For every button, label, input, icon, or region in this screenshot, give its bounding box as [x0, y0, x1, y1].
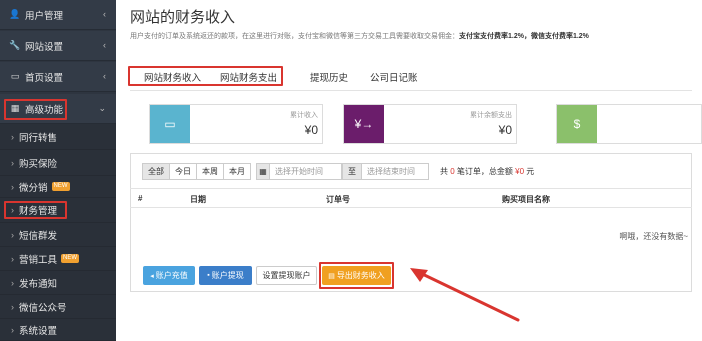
- chevron-right-icon: ›: [11, 205, 14, 215]
- sidebar-subitem-notice[interactable]: › 发布通知: [0, 271, 116, 295]
- button-label: 账户提现: [211, 271, 244, 280]
- sidebar-item-label: 用户管理: [25, 10, 64, 22]
- sidebar-item-user-management[interactable]: 👤 用户管理 ‹: [0, 0, 116, 30]
- sidebar-item-site-settings[interactable]: 🔧 网站设置 ‹: [0, 31, 116, 61]
- annotation-arrow-icon: [410, 268, 520, 322]
- column-header: #: [138, 194, 143, 203]
- order-count: 0: [450, 167, 455, 176]
- column-header: 购买项目名称: [502, 195, 550, 204]
- wallet-icon: ¥→: [344, 105, 384, 143]
- stat-card-balance-spent: ¥→ 累计余额支出 ¥0: [343, 104, 517, 144]
- start-date-input[interactable]: 选择开始时间: [269, 163, 342, 180]
- chevron-down-icon: ⌄: [98, 103, 106, 113]
- money-bag-icon: $: [557, 105, 597, 143]
- sidebar-subitem-distribution[interactable]: › 微分销 NEW: [0, 176, 116, 198]
- stat-value: ¥0: [498, 123, 512, 137]
- to-label: 至: [342, 163, 362, 180]
- stat-label: 累计收入: [290, 112, 318, 119]
- withdraw-icon: ▪: [207, 272, 210, 279]
- stat-value: ¥0: [304, 123, 318, 137]
- chevron-left-icon: ‹: [103, 9, 106, 19]
- sidebar: 👤 用户管理 ‹ 🔧 网站设置 ‹ ▭ 首页设置 ‹ ▦ 高级功能 ⌄ › 同行…: [0, 0, 116, 341]
- column-header: 订单号: [326, 195, 350, 204]
- new-badge: NEW: [61, 254, 80, 263]
- summary-text: 元: [526, 167, 535, 176]
- sidebar-subitem-label: 短信群发: [19, 230, 58, 242]
- export-income-button[interactable]: ▤ 导出财务收入: [322, 266, 391, 285]
- fee-rate-text: 支付宝支付费率1.2%，微信支付费率1.2%: [459, 33, 589, 40]
- button-label: 导出财务收入: [336, 271, 385, 280]
- sidebar-subitem-finance[interactable]: › 财务管理: [0, 198, 116, 223]
- chevron-right-icon: ›: [11, 229, 14, 240]
- description-text: 用户支付的订单及系统返还的款项，在这里进行对账，支付宝和微信等第三方交易工具需要…: [130, 33, 459, 40]
- chevron-right-icon: ›: [11, 253, 14, 264]
- chevron-right-icon: ›: [11, 301, 14, 312]
- stat-label: 累计余额支出: [470, 112, 512, 119]
- column-header: 日期: [190, 195, 206, 204]
- tab-divider: [130, 90, 692, 91]
- recharge-button[interactable]: ◂ 账户充值: [143, 266, 195, 285]
- end-date-input[interactable]: 选择结束时间: [361, 163, 429, 180]
- new-badge: NEW: [51, 182, 70, 191]
- sidebar-subitem-label: 同行转售: [19, 132, 58, 144]
- summary-text: 笔订单，总金额: [456, 167, 513, 176]
- total-amount: ¥0: [515, 167, 525, 176]
- filter-week-button[interactable]: 本周: [196, 163, 224, 180]
- sidebar-subitem-sms[interactable]: › 短信群发: [0, 223, 116, 247]
- document-icon: ▤: [328, 272, 335, 280]
- chevron-right-icon: ›: [11, 324, 14, 335]
- sidebar-subitem-system[interactable]: › 系统设置: [0, 319, 116, 341]
- filter-all-button[interactable]: 全部: [142, 163, 170, 180]
- chevron-left-icon: ‹: [103, 40, 106, 50]
- sidebar-subitem-insurance[interactable]: › 购买保险: [0, 150, 116, 176]
- tab-expense[interactable]: 网站财务支出: [220, 70, 277, 86]
- sidebar-subitem-label: 购买保险: [19, 158, 58, 170]
- chevron-left-icon: ‹: [103, 71, 106, 81]
- sidebar-subitem-resale[interactable]: › 同行转售: [0, 124, 116, 150]
- chevron-right-icon: ›: [11, 157, 14, 168]
- chevron-right-icon: ›: [11, 181, 14, 192]
- sidebar-subitem-label: 财务管理: [19, 206, 58, 217]
- sidebar-subitem-label: 发布通知: [19, 278, 58, 290]
- filter-today-button[interactable]: 今日: [169, 163, 197, 180]
- button-label: 账户充值: [155, 271, 188, 280]
- main-content: 网站的财务收入 用户支付的订单及系统返还的款项，在这里进行对账，支付宝和微信等第…: [116, 0, 702, 341]
- sidebar-subitem-label: 微信公众号: [19, 302, 67, 314]
- grid-icon: ▦: [10, 103, 20, 113]
- withdraw-button[interactable]: ▪ 账户提现: [199, 266, 252, 285]
- chevron-right-icon: ›: [11, 131, 14, 142]
- wrench-icon: 🔧: [9, 40, 21, 50]
- sidebar-item-home-settings[interactable]: ▭ 首页设置 ‹: [0, 62, 116, 92]
- calendar-icon[interactable]: ▦: [256, 163, 270, 180]
- stat-card-income: ▭ 累计收入 ¥0: [149, 104, 323, 144]
- table-header: # 日期 订单号 购买项目名称: [130, 188, 692, 208]
- sidebar-subitem-label: 微分销: [19, 182, 48, 194]
- stat-card-other: $: [556, 104, 702, 144]
- tab-income[interactable]: 网站财务收入: [144, 70, 201, 86]
- chevron-right-icon: ›: [11, 277, 14, 288]
- sidebar-subitem-marketing[interactable]: › 营销工具 NEW: [0, 247, 116, 271]
- tab-withdraw-history[interactable]: 提现历史: [310, 70, 348, 86]
- sidebar-subitem-wechat[interactable]: › 微信公众号: [0, 295, 116, 319]
- summary-text: 共: [440, 167, 448, 176]
- sidebar-item-label: 高级功能: [25, 104, 64, 116]
- sidebar-subitem-label: 系统设置: [19, 325, 58, 337]
- sidebar-subitem-label: 营销工具: [19, 254, 58, 266]
- set-withdraw-account-button[interactable]: 设置提现账户: [256, 266, 317, 285]
- filter-month-button[interactable]: 本月: [223, 163, 251, 180]
- user-icon: 👤: [9, 9, 21, 19]
- page-title: 网站的财务收入: [130, 9, 236, 26]
- recharge-icon: ◂: [150, 272, 154, 280]
- monitor-icon: ▭: [10, 71, 20, 81]
- credit-card-icon: ▭: [150, 105, 190, 143]
- order-summary: 共 0 笔订单，总金额 ¥0 元: [440, 166, 534, 177]
- sidebar-item-label: 首页设置: [25, 72, 64, 84]
- tab-company-journal[interactable]: 公司日记账: [370, 70, 418, 86]
- sidebar-item-advanced[interactable]: ▦ 高级功能 ⌄: [0, 94, 116, 124]
- sidebar-item-label: 网站设置: [25, 41, 64, 53]
- page-description: 用户支付的订单及系统返还的款项，在这里进行对账，支付宝和微信等第三方交易工具需要…: [130, 31, 589, 41]
- empty-state-text: 啊哦，还没有数据~: [619, 232, 688, 241]
